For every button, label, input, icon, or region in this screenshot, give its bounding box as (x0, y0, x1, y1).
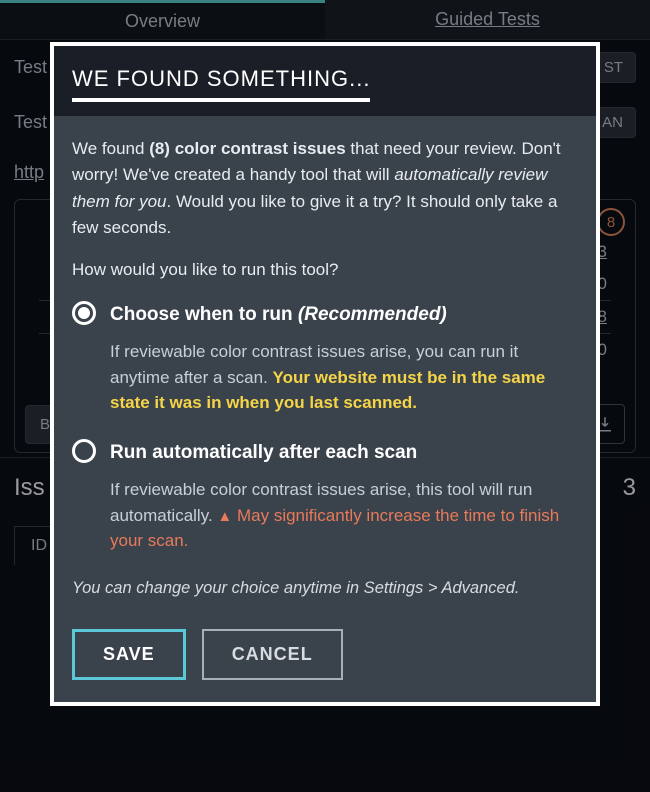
radio-option-auto[interactable]: Run automatically after each scan (72, 438, 578, 467)
radio-label-2: Run automatically after each scan (110, 438, 417, 467)
settings-note: You can change your choice anytime in Se… (72, 576, 578, 602)
radio-option-choose-when[interactable]: Choose when to run (Recommended) (72, 300, 578, 329)
modal-header: WE FOUND SOMETHING... (54, 46, 596, 116)
radio-icon (72, 301, 96, 325)
save-button[interactable]: SAVE (72, 629, 186, 680)
modal-footer: SAVE CANCEL (54, 621, 596, 702)
modal-dialog: WE FOUND SOMETHING... We found (8) color… (50, 42, 600, 706)
cancel-button[interactable]: CANCEL (202, 629, 343, 680)
modal-body: We found (8) color contrast issues that … (54, 116, 596, 621)
radio-desc-1: If reviewable color contrast issues aris… (110, 339, 578, 416)
radio-icon (72, 439, 96, 463)
radio-1-recommended: (Recommended) (298, 304, 447, 325)
modal-overlay: WE FOUND SOMETHING... We found (8) color… (0, 0, 650, 792)
intro-prefix: We found (72, 139, 149, 158)
radio-group: Choose when to run (Recommended) If revi… (72, 300, 578, 554)
radio-1-text: Choose when to run (110, 304, 293, 325)
radio-label-1: Choose when to run (Recommended) (110, 300, 447, 329)
modal-intro-text: We found (8) color contrast issues that … (72, 136, 578, 241)
intro-bold: (8) color contrast issues (149, 139, 346, 158)
modal-title: WE FOUND SOMETHING... (72, 66, 370, 102)
warning-icon: ▲ (217, 506, 232, 529)
radio-desc-2: If reviewable color contrast issues aris… (110, 477, 578, 554)
modal-question: How would you like to run this tool? (72, 257, 578, 283)
